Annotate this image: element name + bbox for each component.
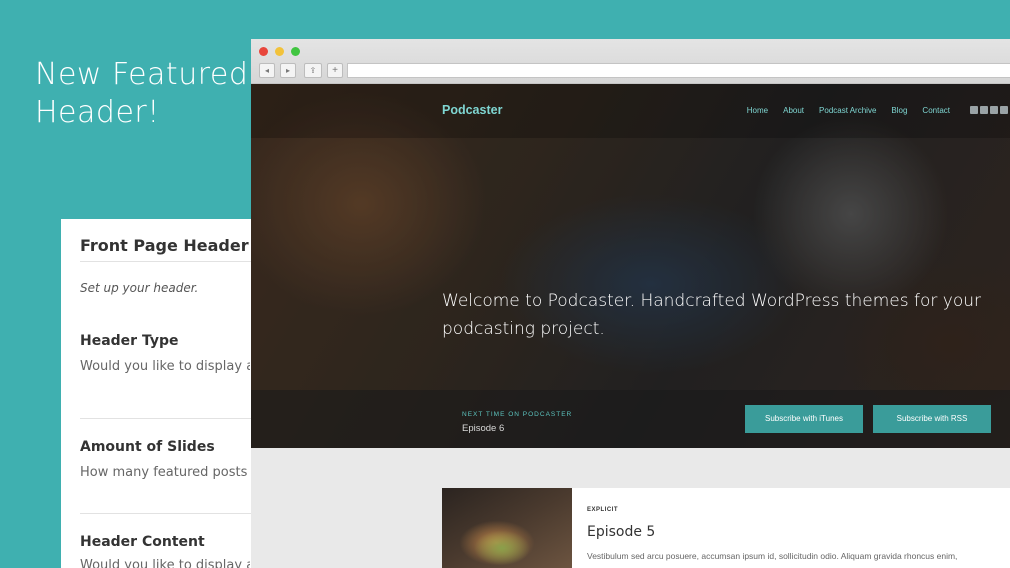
social-links — [970, 106, 1008, 114]
next-episode-title: Episode 6 — [462, 423, 505, 434]
mail-icon[interactable] — [970, 106, 978, 114]
promo-title-line2: Header! — [35, 95, 160, 130]
menu-item-home[interactable]: Home — [747, 106, 768, 115]
menu-item-blog[interactable]: Blog — [891, 106, 907, 115]
promo-title: New Featured Header! — [35, 56, 248, 132]
section-desc-header-type: Would you like to display a s — [80, 359, 250, 374]
panel-title: Front Page Header — [80, 236, 249, 255]
menu-item-about[interactable]: About — [783, 106, 804, 115]
menu-item-contact[interactable]: Contact — [922, 106, 950, 115]
add-tab-icon[interactable]: + — [327, 63, 343, 78]
back-icon[interactable]: ◂ — [259, 63, 275, 78]
settings-panel: Front Page Header Set up your header. He… — [61, 219, 261, 568]
divider — [80, 261, 261, 262]
forward-icon[interactable]: ▸ — [280, 63, 296, 78]
section-desc-header-content: Would you like to display a f — [80, 558, 250, 568]
share-icon[interactable]: ⇪ — [304, 63, 322, 78]
panel-subtitle: Set up your header. — [80, 281, 199, 295]
maximize-window-button[interactable] — [291, 47, 300, 56]
episode-title[interactable]: Episode 5 — [587, 524, 655, 540]
episode-thumbnail[interactable] — [442, 488, 572, 568]
main-menu: Home About Podcast Archive Blog Contact — [732, 106, 950, 115]
site-navbar: Podcaster Home About Podcast Archive Blo… — [251, 84, 1010, 138]
next-episode-bar: NEXT TIME ON PODCASTER Episode 6 Subscri… — [251, 390, 1010, 448]
twitter-icon[interactable] — [990, 106, 998, 114]
divider — [80, 418, 261, 419]
subscribe-itunes-button[interactable]: Subscribe with iTunes — [745, 405, 863, 433]
address-bar[interactable] — [347, 63, 1010, 78]
section-heading-header-type: Header Type — [80, 333, 179, 349]
episode-description: Vestibulum sed arcu posuere, accumsan ip… — [587, 551, 958, 561]
browser-chrome: ◂ ▸ ⇪ + — [251, 39, 1010, 84]
browser-window: ◂ ▸ ⇪ + Podcaster Home About Podcast Arc… — [251, 39, 1010, 568]
hero-header: Podcaster Home About Podcast Archive Blo… — [251, 84, 1010, 448]
section-desc-amount-of-slides: How many featured posts sh — [80, 465, 250, 480]
site-logo[interactable]: Podcaster — [442, 103, 502, 117]
section-heading-header-content: Header Content — [80, 534, 205, 550]
instagram-icon[interactable] — [1000, 106, 1008, 114]
divider — [80, 513, 261, 514]
promo-title-line1: New Featured — [35, 57, 249, 92]
next-episode-label: NEXT TIME ON PODCASTER — [462, 411, 573, 418]
episode-card[interactable]: EXPLICIT Episode 5 Vestibulum sed arcu p… — [442, 488, 1010, 568]
minimize-window-button[interactable] — [275, 47, 284, 56]
facebook-icon[interactable] — [980, 106, 988, 114]
subscribe-rss-button[interactable]: Subscribe with RSS — [873, 405, 991, 433]
episode-tag: EXPLICIT — [587, 507, 619, 513]
close-window-button[interactable] — [259, 47, 268, 56]
hero-headline: Welcome to Podcaster. Handcrafted WordPr… — [442, 291, 982, 339]
menu-item-podcast-archive[interactable]: Podcast Archive — [819, 106, 876, 115]
section-heading-amount-of-slides: Amount of Slides — [80, 439, 215, 455]
